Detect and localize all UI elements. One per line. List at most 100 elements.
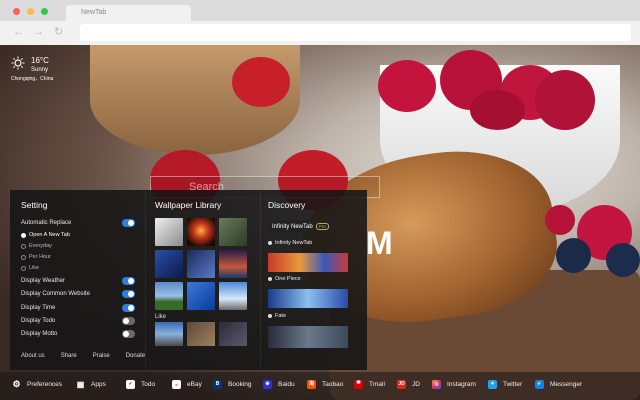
discovery-item-label: One Piece (275, 276, 301, 282)
wallpaper-thumbnail[interactable] (219, 282, 247, 310)
display-weather-label: Display Weather (21, 278, 65, 284)
wallpaper-thumbnail[interactable] (155, 282, 183, 310)
wallpaper-thumbnail[interactable] (155, 218, 183, 246)
discovery-item-fate[interactable]: Fate (268, 313, 348, 323)
option-label: Everyday (29, 243, 52, 249)
tmall-label: Tmall (369, 381, 385, 388)
taobao-icon: 淘 (307, 380, 316, 389)
sun-icon (11, 56, 25, 70)
grid-icon: ▦ (76, 380, 85, 389)
address-bar[interactable] (80, 24, 631, 41)
share-link[interactable]: Share (61, 353, 77, 359)
ebay-label: eBay (187, 381, 202, 388)
option-label: Per Hour (29, 254, 52, 260)
panel-footer: About us Share Praise Donate (21, 353, 145, 359)
browser-tab[interactable]: NewTab (66, 5, 191, 21)
discovery-item-label: Fate (275, 313, 287, 319)
wallpaper-grid (155, 218, 247, 310)
radio-icon (21, 266, 26, 271)
display-common-website-toggle[interactable] (122, 290, 135, 298)
puzzle-icon (268, 240, 272, 245)
wallpaper-thumbnail[interactable] (187, 218, 215, 246)
messenger-icon: ⚡ (535, 380, 544, 389)
logo-letter: M (366, 225, 393, 261)
gear-icon: ⚙ (12, 379, 21, 389)
wallpaper-thumbnail[interactable] (187, 250, 215, 278)
browser-chrome: NewTab ← → ↻ (0, 0, 640, 45)
discovery-item-infinity[interactable]: Infinity NewTab (268, 240, 348, 250)
blueberry (556, 238, 591, 273)
one-piece-thumbnail[interactable] (268, 253, 348, 272)
wallpaper-column: Wallpaper Library Like (145, 190, 260, 370)
fate-thumbnail-2[interactable] (268, 326, 348, 348)
automatic-replace-toggle[interactable] (122, 219, 135, 227)
display-time-toggle[interactable] (122, 304, 135, 312)
discovery-item-label: Infinity NewTab (275, 240, 313, 246)
strawberry (232, 57, 290, 107)
ebay-icon: e (172, 380, 181, 389)
raspberry (535, 70, 595, 130)
setting-column: Setting Automatic Replace Open A New Tab… (10, 190, 145, 370)
close-window-button[interactable] (13, 8, 20, 15)
reload-icon[interactable]: ↻ (54, 26, 63, 38)
option-label: Like (29, 265, 40, 271)
jd-icon: JD (397, 380, 406, 389)
discovery-header-label: Infinity NewTab (272, 224, 313, 230)
option-like[interactable]: Like (21, 265, 131, 274)
wallpaper-thumbnail[interactable] (187, 322, 215, 346)
display-motto-label: Display Motto (21, 331, 58, 337)
display-todo-toggle[interactable] (122, 317, 135, 325)
praise-link[interactable]: Praise (93, 353, 110, 359)
display-todo-row: Display Todo (21, 317, 135, 327)
automatic-replace-row: Automatic Replace (21, 219, 135, 229)
radio-icon (21, 244, 26, 249)
wallpaper-thumbnail[interactable] (219, 322, 247, 346)
todo-label: Todo (141, 381, 156, 388)
instagram-label: Instagram (447, 381, 476, 388)
wallpaper-thumbnail[interactable] (219, 250, 247, 278)
option-everyday[interactable]: Everyday (21, 243, 131, 252)
option-open-new-tab[interactable]: Open A New Tab (21, 232, 131, 241)
wallpaper-title: Wallpaper Library (155, 200, 222, 210)
wallpaper-thumbnail[interactable] (219, 218, 247, 246)
minimize-window-button[interactable] (27, 8, 34, 15)
automatic-replace-label: Automatic Replace (21, 220, 72, 226)
weather-temperature: 16°C (31, 56, 49, 65)
pro-badge: Pro (315, 223, 329, 230)
discovery-title: Discovery (268, 200, 306, 210)
liked-wallpaper-grid (155, 322, 247, 346)
settings-panel: Setting Automatic Replace Open A New Tab… (10, 190, 367, 370)
wallpaper-thumbnail[interactable] (155, 250, 183, 278)
discovery-header[interactable]: Infinity NewTab Pro (268, 220, 341, 232)
wallpaper-thumbnail[interactable] (155, 322, 183, 346)
setting-title: Setting (21, 200, 48, 210)
display-time-row: Display Time (21, 304, 135, 314)
display-time-label: Display Time (21, 305, 56, 311)
tmall-icon: ▀ (354, 380, 363, 389)
back-arrow-icon[interactable]: ← (13, 26, 24, 38)
fate-thumbnail[interactable] (268, 289, 348, 308)
display-weather-row: Display Weather (21, 277, 135, 287)
blueberry (606, 243, 640, 277)
discovery-item-one-piece[interactable]: One Piece (268, 276, 348, 286)
display-weather-toggle[interactable] (122, 277, 135, 285)
window-controls (13, 8, 48, 15)
raspberry (545, 205, 575, 235)
donate-link[interactable]: Donate (126, 353, 145, 359)
browser-tab-title: NewTab (81, 9, 107, 16)
checkbox-icon: ✓ (126, 380, 135, 389)
about-us-link[interactable]: About us (21, 353, 45, 359)
wallpaper-thumbnail[interactable] (187, 282, 215, 310)
bottom-bar: ⚙ Preferences ▦ Apps ✓ Todo e eBay B Boo… (0, 372, 640, 400)
display-todo-label: Display Todo (21, 318, 56, 324)
maximize-window-button[interactable] (41, 8, 48, 15)
display-motto-toggle[interactable] (122, 330, 135, 338)
forward-arrow-icon[interactable]: → (33, 26, 44, 38)
display-motto-row: Display Motto (21, 330, 135, 340)
radio-selected-icon (21, 233, 26, 238)
twitter-bird-icon: ✦ (488, 380, 497, 389)
discovery-column: Discovery Infinity NewTab Pro Infinity Ne… (260, 190, 367, 370)
raspberry (378, 60, 436, 112)
option-per-hour[interactable]: Per Hour (21, 254, 131, 263)
raspberry (470, 90, 525, 130)
